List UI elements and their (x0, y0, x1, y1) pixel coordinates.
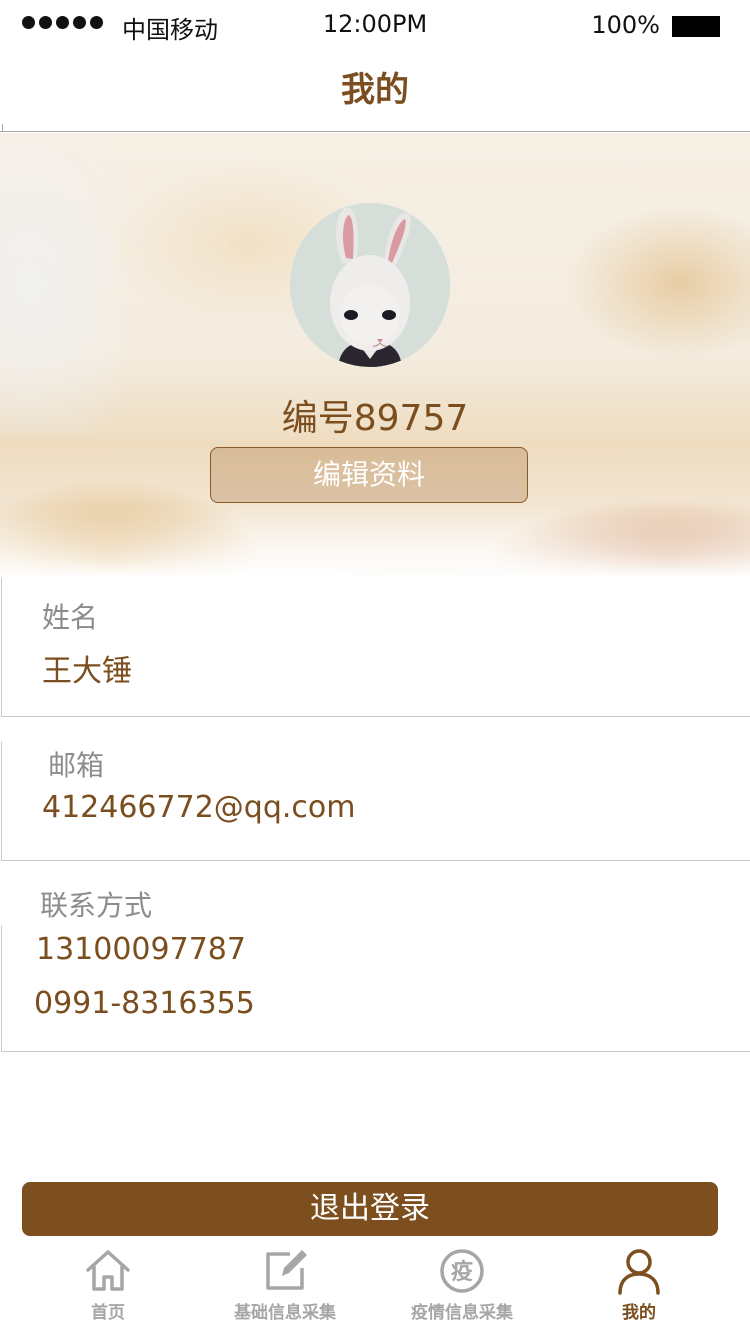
epidemic-icon: 疫 (440, 1249, 484, 1293)
battery-icon (672, 16, 720, 37)
divider (1, 1051, 750, 1052)
tab-label: 疫情信息采集 (411, 1303, 513, 1323)
edit-icon (266, 1250, 307, 1290)
divider (1, 716, 750, 717)
tab-label: 基础信息采集 (234, 1303, 336, 1323)
profile-header-banner: 编号89757 编辑资料 (0, 133, 750, 578)
tab-label: 我的 (622, 1303, 656, 1323)
tab-mine[interactable]: 我的 (545, 1242, 733, 1335)
tab-basic-info[interactable]: 基础信息采集 (191, 1242, 379, 1335)
phone-number: 0991-8316355 (34, 986, 255, 1021)
bottom-tab-bar: 首页 基础信息采集 疫 疫情信息采集 我的 (0, 1242, 750, 1335)
avatar[interactable] (290, 203, 450, 367)
tab-label: 首页 (91, 1303, 125, 1323)
edit-profile-button[interactable]: 编辑资料 (210, 447, 528, 503)
name-section: 姓名 王大锤 (0, 578, 750, 718)
home-icon (86, 1250, 130, 1291)
tab-home[interactable]: 首页 (14, 1242, 202, 1335)
logout-button[interactable]: 退出登录 (22, 1182, 718, 1236)
page-title: 我的 (341, 70, 409, 110)
email-value: 412466772@qq.com (42, 790, 356, 825)
user-icon (618, 1249, 660, 1295)
divider (1, 860, 750, 861)
svg-text:疫: 疫 (451, 1259, 473, 1285)
contact-label: 联系方式 (40, 889, 153, 922)
profile-page: 中国移动 12:00PM 100% 我的 编号89757 编辑资料 姓名 王大锤… (0, 0, 750, 1335)
email-label: 邮箱 (48, 749, 105, 782)
tab-epidemic-info[interactable]: 疫 疫情信息采集 (368, 1242, 556, 1335)
name-value: 王大锤 (42, 654, 132, 689)
email-section: 邮箱 412466772@qq.com (0, 742, 750, 862)
user-id-number: 编号89757 (281, 398, 469, 439)
rabbit-avatar-image (290, 203, 450, 367)
name-label: 姓名 (42, 601, 99, 634)
contact-section: 联系方式 13100097787 0991-8316355 (0, 880, 750, 1054)
battery-percentage: 100% (591, 11, 660, 39)
header-divider (0, 131, 750, 132)
status-bar: 中国移动 12:00PM 100% (0, 0, 750, 50)
mobile-number: 13100097787 (36, 932, 246, 967)
